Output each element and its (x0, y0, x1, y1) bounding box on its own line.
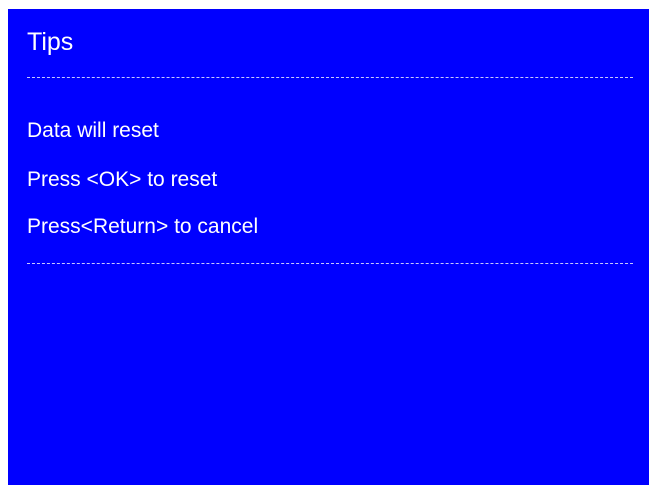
message-line-ok-hint: Press <OK> to reset (27, 168, 218, 191)
message-line-reset-warning: Data will reset (27, 119, 159, 142)
tips-dialog: Tips Data will reset Press <OK> to reset… (8, 9, 649, 485)
divider-top (27, 77, 633, 78)
message-line-return-hint: Press<Return> to cancel (27, 215, 259, 238)
dialog-title: Tips (27, 28, 74, 56)
divider-bottom (27, 263, 633, 264)
